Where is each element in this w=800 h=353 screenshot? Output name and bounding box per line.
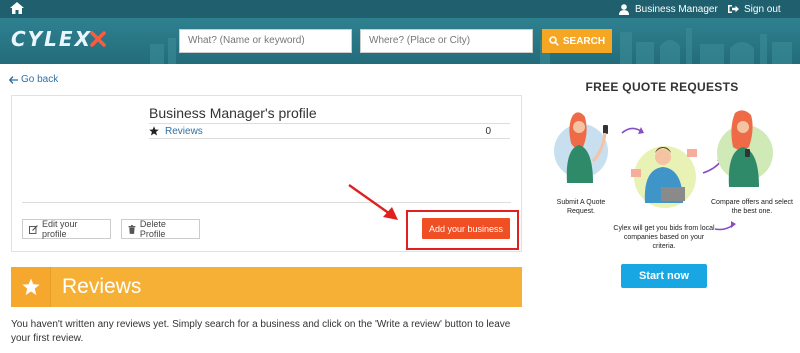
annotation-arrow (348, 184, 398, 220)
quote-step-3: Compare offers and select the best one. (711, 199, 793, 215)
go-back-label: Go back (21, 74, 59, 85)
divider (22, 202, 511, 203)
signout-link[interactable]: Sign out (728, 1, 781, 17)
top-bar: Business Manager Sign out (0, 0, 800, 18)
trash-icon (128, 224, 136, 234)
signout-icon (728, 5, 739, 13)
reviews-count: 0 (485, 125, 491, 137)
reviews-link[interactable]: Reviews (165, 126, 203, 137)
signout-label: Sign out (744, 3, 781, 15)
star-icon (149, 126, 159, 136)
edit-icon (29, 224, 38, 234)
reviews-section-title: Reviews (62, 275, 142, 298)
logo-x-icon (90, 31, 106, 47)
profile-title: Business Manager's profile (149, 105, 317, 121)
edit-profile-button[interactable]: Edit your profile (22, 219, 111, 239)
delete-profile-label: Delete Profile (139, 219, 166, 239)
edit-profile-label: Edit your profile (41, 219, 78, 239)
search-icon (549, 36, 559, 46)
profile-card: Business Manager's profile Reviews 0 Edi… (11, 95, 522, 252)
what-search-input[interactable]: What? (Name or keyword) (179, 29, 352, 53)
star-icon (21, 278, 40, 296)
reviews-banner: Reviews (11, 267, 522, 307)
search-button[interactable]: SEARCH (542, 29, 612, 53)
quote-panel-title: FREE QUOTE REQUESTS (585, 80, 739, 94)
user-icon (619, 3, 629, 15)
reviews-row: Reviews 0 (149, 124, 510, 138)
account-link[interactable]: Business Manager (619, 1, 718, 17)
home-icon[interactable] (10, 2, 24, 14)
arrow-left-icon (9, 75, 18, 84)
search-button-label: SEARCH (562, 35, 606, 47)
start-now-button[interactable]: Start now (621, 264, 707, 288)
where-search-input[interactable]: Where? (Place or City) (360, 29, 533, 53)
quote-step-2: Cylex will get you bids from local compa… (613, 225, 715, 250)
reviews-empty-message: You haven't written any reviews yet. Sim… (11, 319, 511, 344)
reviews-icon-box (11, 267, 51, 307)
quote-step-1: Submit A Quote Request. (556, 199, 606, 215)
account-label: Business Manager (635, 3, 718, 15)
logo-text: CYLEX (11, 27, 92, 51)
add-business-button[interactable]: Add your business (422, 218, 510, 239)
cylex-logo[interactable]: CYLEX (11, 27, 107, 51)
divider (149, 138, 510, 139)
delete-profile-button[interactable]: Delete Profile (121, 219, 200, 239)
search-bar: CYLEX What? (Name or keyword) Where? (Pl… (0, 18, 800, 64)
go-back-link[interactable]: Go back (9, 74, 58, 85)
